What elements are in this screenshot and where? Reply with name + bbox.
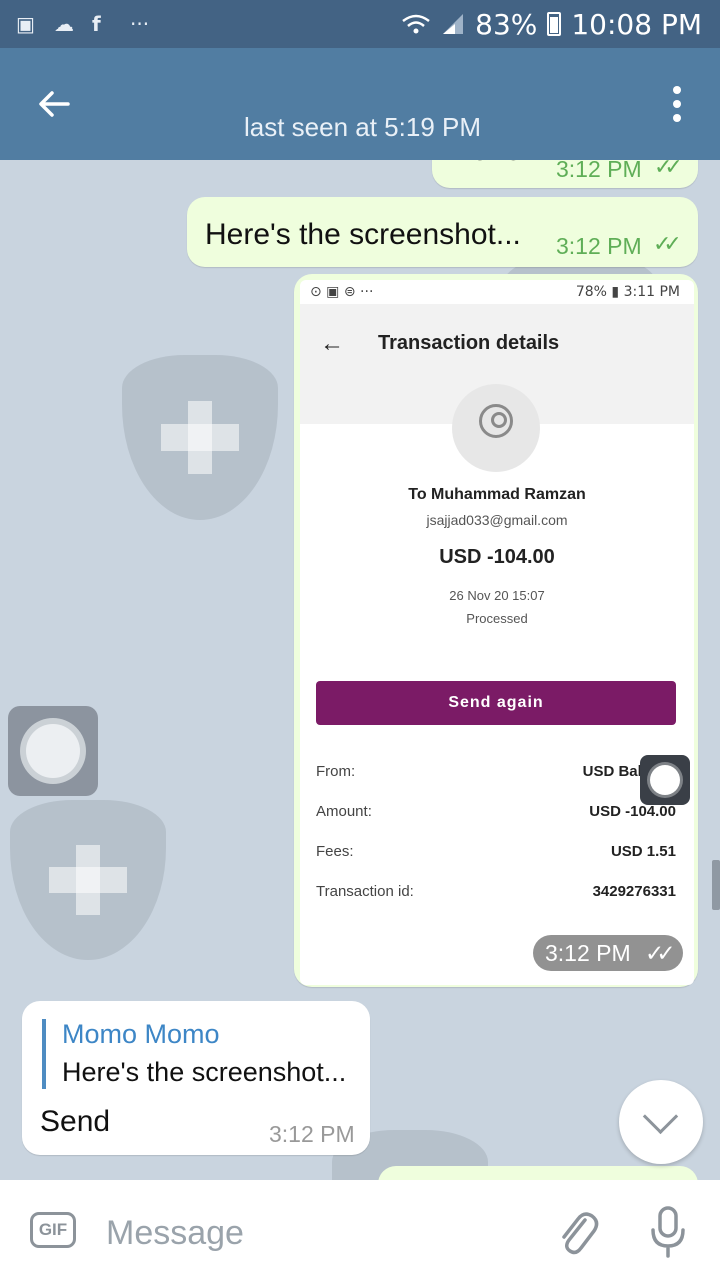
weather-icon: ☁ [54,12,74,36]
avatar [452,384,540,472]
user-icon [479,404,513,438]
image-time-badge: 3:12 PM ✓✓ [533,935,683,971]
transaction-date: 26 Nov 20 15:07 [449,588,545,603]
paperclip-icon [562,1212,599,1255]
screenshot-status-bar: ⊙ ▣ ⊜ ··· 78% ▮ 3:11 PM [300,280,694,304]
facebook-icon: f [92,12,101,36]
battery-icon [547,12,562,36]
arrow-left-icon: ← [320,330,344,357]
attach-button[interactable] [555,1206,599,1258]
scroll-down-button[interactable] [619,1080,703,1164]
reply-bar [42,1019,46,1089]
signal-icon [443,14,464,34]
dot-icon [673,100,681,108]
amount-value: USD -104.00 [589,803,676,820]
screenshot-status-right: 78% ▮ 3:11 PM [575,284,680,300]
more-options-button[interactable] [672,86,682,122]
transaction-screenshot[interactable]: ⊙ ▣ ⊜ ··· 78% ▮ 3:11 PM ← Transaction de… [300,280,694,985]
incoming-message[interactable]: Momo Momo Here's the screenshot... Send … [22,1001,370,1155]
recipient-name: To Muhammad Ramzan [408,486,586,503]
double-check-icon: ✓✓ [654,160,683,179]
microphone-button[interactable] [648,1204,688,1260]
reply-quote[interactable]: Here's the screenshot... [62,1057,346,1088]
scrollbar[interactable] [712,860,720,910]
outgoing-message[interactable] [378,1166,698,1180]
clock: 10:08 PM [571,7,702,41]
message-time: 3:12 PM [269,1121,355,1147]
reply-author[interactable]: Momo Momo [62,1019,220,1050]
more-icon: ··· [130,12,150,36]
from-label: From: [316,763,356,780]
outgoing-message[interactable]: Here's the screenshot... 3:12 PM ✓✓ [187,197,698,267]
screenshot-title: Transaction details [378,332,560,354]
status-bar: ▣ ☁ f ··· 83% 10:08 PM [0,0,720,48]
message-time: 3:12 PM [545,940,631,966]
transaction-state: Processed [466,611,528,626]
shield-watermark [10,800,166,960]
message-time: 3:12 PM [556,160,642,182]
last-seen-status: last seen at 5:19 PM [243,112,482,142]
shield-watermark [122,355,278,520]
gif-button[interactable]: GIF [30,1212,76,1248]
message-text: Here's the screenshot... [205,218,521,251]
double-check-icon: ✓✓ [653,231,682,256]
recipient-email: jsajjad033@gmail.com [426,512,568,528]
floating-dot-button[interactable] [640,755,690,805]
message-text: Send [40,1105,111,1138]
chat-header: last seen at 5:19 PM [0,48,720,160]
fees-value: USD 1.51 [610,843,676,860]
transaction-id-value: 3429276331 [592,883,676,900]
double-check-icon: ✓✓ [645,940,675,966]
message-input[interactable] [104,1210,528,1256]
message-time: 3:12 PM [556,233,642,259]
battery-level: 83% [475,7,538,41]
wifi-icon [402,14,430,34]
microphone-icon [651,1206,685,1258]
amount-label: Amount: [316,803,372,820]
transaction-amount: USD -104.00 [439,546,555,568]
message-input-bar: GIF [0,1180,720,1280]
message-text: Done.. [450,160,538,168]
dot-icon [673,86,681,94]
dot-icon [673,114,681,122]
chat-area[interactable]: Done.. 3:12 PM ✓✓ Here's the screenshot.… [0,160,720,1180]
screenshot-status-left: ⊙ ▣ ⊜ ··· [310,284,374,300]
transaction-id-label: Transaction id: [316,883,414,900]
fees-label: Fees: [316,843,354,860]
send-again-button: Send again [316,681,676,725]
outgoing-message[interactable]: Done.. 3:12 PM ✓✓ [432,160,698,188]
gallery-icon: ▣ [16,12,35,36]
assistive-touch-button[interactable] [8,706,98,796]
